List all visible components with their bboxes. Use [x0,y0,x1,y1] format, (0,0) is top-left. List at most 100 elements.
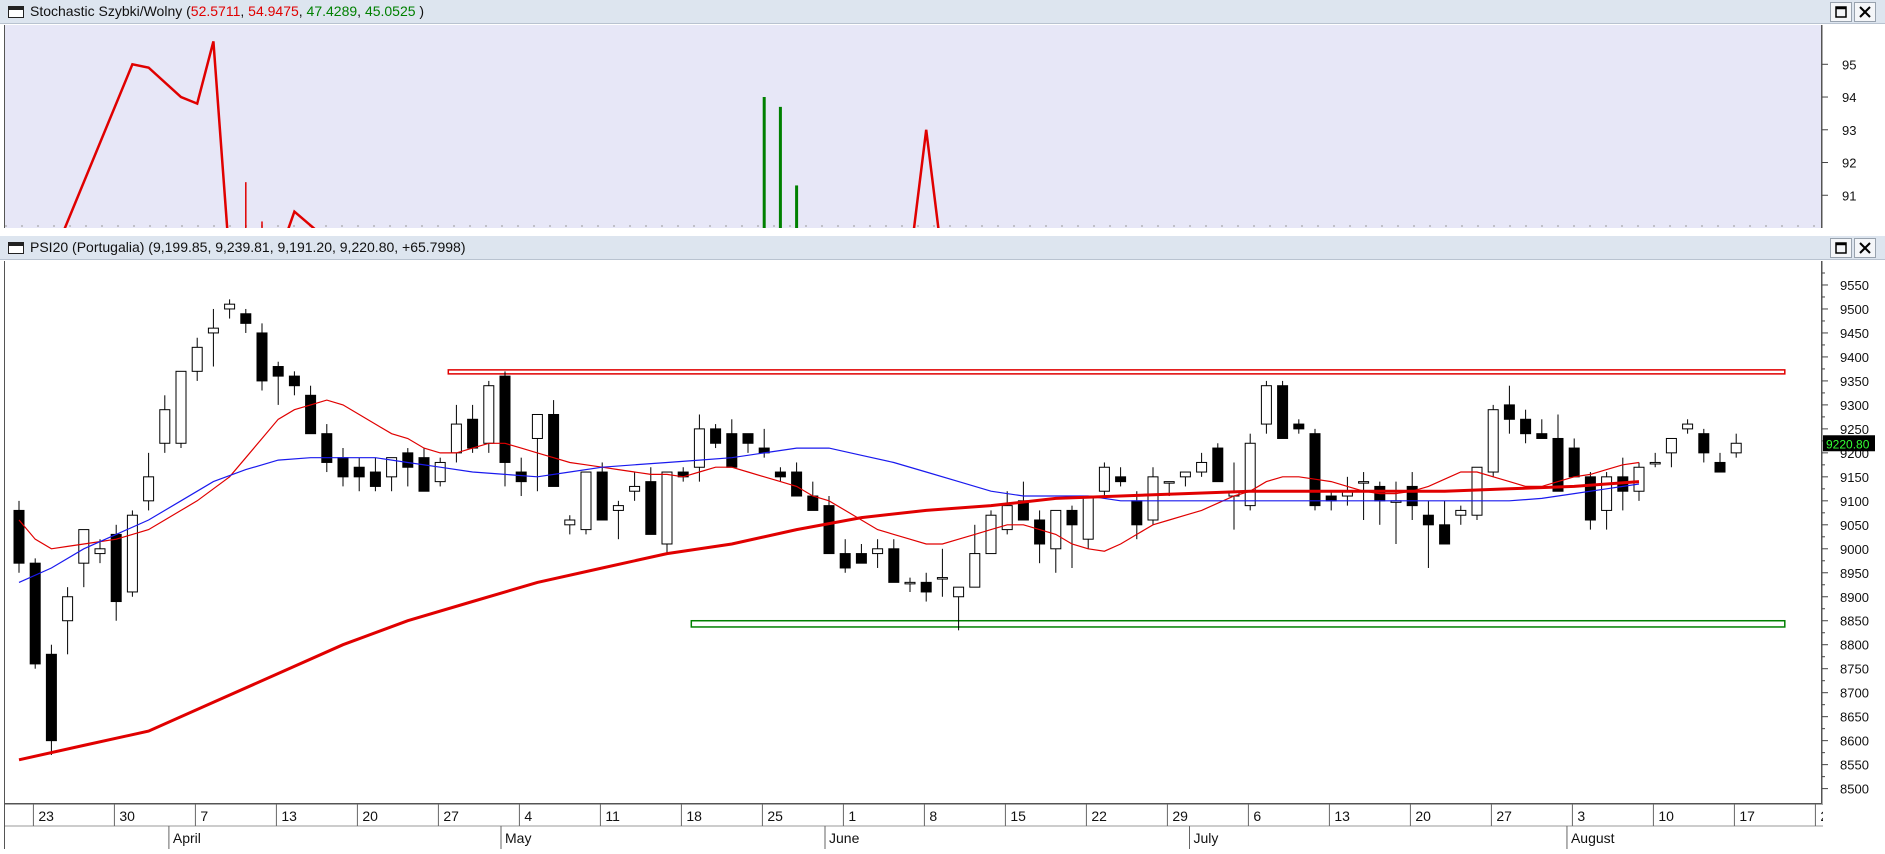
stoch-value-3: 47.4289 [306,3,358,19]
candle-body [1163,481,1175,484]
candle-body [1439,524,1451,545]
date-axis-svg: 2330713202741118251815222961320273101724… [5,803,1836,849]
candle-body [839,553,851,569]
candle-body [985,514,997,555]
stoch-title-suffix: ) [415,3,425,19]
candle-body [693,428,705,468]
month-label: August [1571,830,1615,846]
price-y-axis: 8500 8550 8600 8650 8700 8750 8800 8850 8900 8950… [1821,261,1885,804]
date-tick-label: 23 [38,808,54,824]
price-y-tick-label: 8600 [1840,734,1869,749]
price-plot-area[interactable] [4,261,1822,804]
date-tick-label: 24 [1820,808,1823,824]
date-tick-label: 27 [1496,808,1512,824]
price-y-tick-label: 9250 [1840,422,1869,437]
date-tick-label: 13 [281,808,297,824]
date-tick-label: 10 [1658,808,1674,824]
candle-body [1115,476,1127,483]
candle-body [531,413,543,439]
candle-body [418,457,430,492]
window-icon [8,242,24,254]
candle-body [143,476,155,502]
candle-body [1082,495,1094,540]
maximize-icon [1835,242,1847,254]
candle-body [402,452,414,468]
candle-body [1714,461,1726,473]
candle-body [1325,495,1337,502]
date-tick-label: 11 [605,808,620,824]
candle-body [483,385,495,444]
date-tick-label: 15 [1010,808,1026,824]
stoch-series-line [50,41,944,394]
candle-body [936,577,948,580]
candle-body [1131,500,1143,526]
candle-body [305,394,317,435]
maximize-button[interactable] [1830,2,1852,22]
stochastic-plot-area[interactable] [4,25,1822,394]
price-y-tick-label: 9150 [1840,470,1869,485]
stoch-y-tick-label: 93 [1842,123,1856,138]
stochastic-y-axis: 91 92 93 94 95 [1821,25,1885,228]
candle-body [1552,437,1564,492]
candle-body [1179,471,1191,478]
date-axis: 2330713202741118251815222961320273101724… [4,803,1836,849]
candle-body [94,548,106,555]
price-y-tick-label: 9400 [1840,350,1869,365]
close-button[interactable] [1854,2,1876,22]
date-tick-label: 22 [1091,808,1107,824]
price-y-tick-label: 9450 [1840,326,1869,341]
date-tick-label: 30 [119,808,135,824]
candle-body [1682,423,1694,430]
candle-body [742,433,754,444]
price-y-tick-label: 9500 [1840,302,1869,317]
price-y-tick-label: 8700 [1840,686,1869,701]
stoch-y-tick-label: 95 [1842,57,1856,72]
price-y-tick-label: 8950 [1840,566,1869,581]
candle-body [629,485,641,492]
month-label: June [829,830,860,846]
date-tick-label: 17 [1739,808,1755,824]
candle-body [661,471,673,545]
candle-body [953,586,965,598]
candle-body [191,346,203,372]
horizontal-band [447,369,1786,375]
date-tick-label: 7 [200,808,208,824]
candle-body [1358,481,1370,484]
stochastic-chart [5,41,1821,394]
maximize-button[interactable] [1830,238,1852,258]
price-y-tick-label: 8550 [1840,758,1869,773]
price-y-tick-label: 8800 [1840,638,1869,653]
close-icon [1859,242,1871,254]
price-y-tick-label: 9350 [1840,374,1869,389]
price-title: PSI20 (Portugalia) (9,199.85, 9,239.81, … [30,239,466,255]
price-y-tick-label: 9300 [1840,398,1869,413]
candle-body [175,370,187,444]
price-y-tick-label: 9050 [1840,518,1869,533]
candle-body [920,581,932,593]
stoch-sep-3: , [357,3,365,19]
candle-body [726,433,738,468]
price-chart [13,299,1786,762]
candle-body [450,423,462,454]
candle-body [823,505,835,555]
candle-body [515,471,527,483]
stochastic-y-axis-svg: 91 92 93 94 95 [1821,25,1856,228]
candle-body [272,366,284,377]
candle-body [1665,437,1677,454]
candle-body [62,596,74,622]
price-y-tick-label: 9100 [1840,494,1869,509]
candle-body [1487,409,1499,473]
stochastic-title: Stochastic Szybki/Wolny (52.5711, 54.947… [30,3,424,19]
price-y-tick-label: 9550 [1840,278,1869,293]
month-label: May [505,830,531,846]
candle-body [207,327,219,334]
stochastic-panel-header: Stochastic Szybki/Wolny (52.5711, 54.947… [0,0,1885,24]
price-y-tick-label: 8900 [1840,590,1869,605]
close-button[interactable] [1854,238,1876,258]
candle-body [1730,442,1742,454]
candle-body [1050,509,1062,550]
date-tick-label: 20 [362,808,378,824]
candle-body [791,471,803,497]
stoch-y-tick-label: 91 [1842,188,1856,203]
date-tick-label: 1 [848,808,856,824]
